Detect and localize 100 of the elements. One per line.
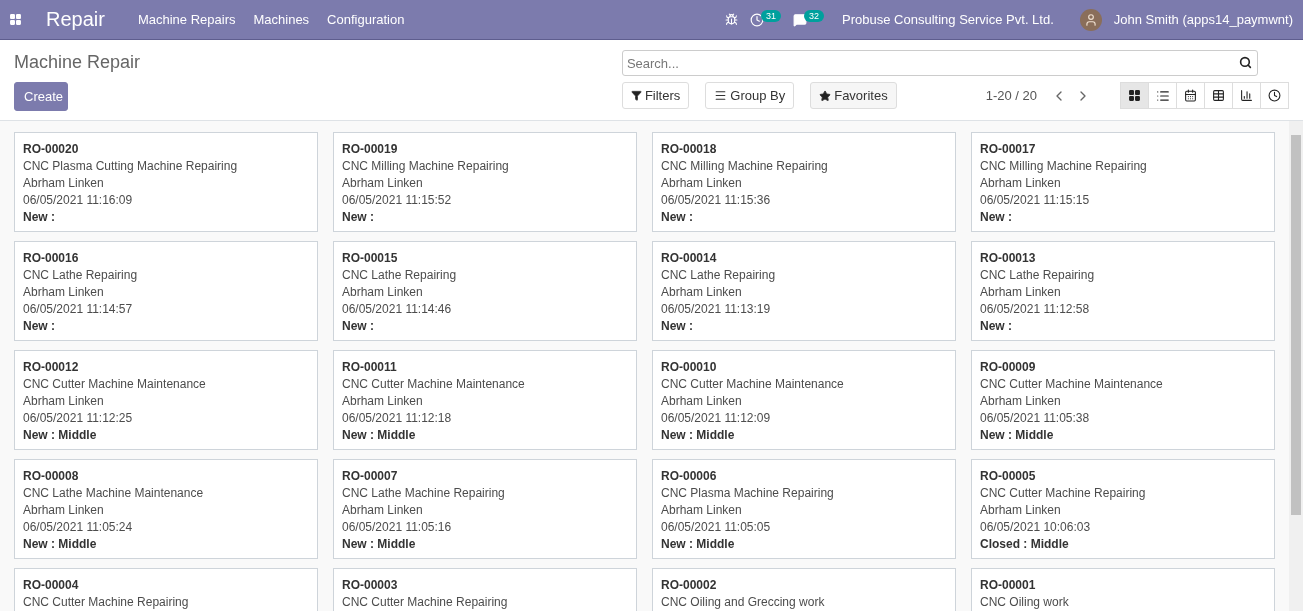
repair-status: New :: [661, 318, 694, 335]
repair-reference: RO-00015: [342, 250, 399, 267]
repair-reference: RO-00019: [342, 141, 399, 158]
repair-card[interactable]: RO-00018 CNC Milling Machine Repairing Abrham Linken 06/05/2021 11:15:36 New :: [652, 132, 956, 232]
repair-card[interactable]: RO-00004 CNC Cutter Machine Repairing: [14, 568, 318, 611]
repair-reference: RO-00008: [23, 468, 80, 485]
repair-card[interactable]: RO-00010 CNC Cutter Machine Maintenance Abrham Linken 06/05/2021 11:12:09 New : Middle: [652, 350, 956, 450]
repair-status: New : Middle: [23, 427, 98, 444]
customer-name: Abrham Linken: [980, 175, 1062, 192]
repair-date: 06/05/2021 11:05:16: [342, 519, 453, 536]
customer-name: Abrham Linken: [661, 502, 743, 519]
repair-card[interactable]: RO-00006 CNC Plasma Machine Repairing Abrham Linken 06/05/2021 11:05:05 New : Middle: [652, 459, 956, 559]
repair-date: 06/05/2021 11:15:36: [661, 192, 772, 209]
repair-status: New :: [342, 318, 375, 335]
customer-name: Abrham Linken: [23, 502, 105, 519]
customer-name: Abrham Linken: [23, 393, 105, 410]
debug-icon[interactable]: [725, 13, 739, 26]
user-avatar[interactable]: [1079, 8, 1102, 31]
repair-reference: RO-00013: [980, 250, 1037, 267]
customer-name: Abrham Linken: [23, 284, 105, 301]
repair-reference: RO-00001: [980, 577, 1037, 594]
view-switch-button[interactable]: [1120, 82, 1149, 109]
filter-menu-button[interactable]: Favorites: [810, 82, 897, 109]
activity-icon[interactable]: [750, 12, 765, 27]
table-icon: [1212, 89, 1225, 102]
repair-card[interactable]: RO-00014 CNC Lathe Repairing Abrham Linken 06/05/2021 11:13:19 New :: [652, 241, 956, 341]
repair-status: New : Middle: [342, 427, 417, 444]
repair-card[interactable]: RO-00005 CNC Cutter Machine Repairing Abrham Linken 06/05/2021 10:06:03 Closed : Middle: [971, 459, 1275, 559]
view-switch-button[interactable]: [1148, 82, 1177, 109]
scrollbar[interactable]: [1289, 121, 1303, 611]
apps-menu-icon[interactable]: [9, 13, 22, 26]
repair-date: 06/05/2021 11:12:58: [980, 301, 1091, 318]
repair-reference: RO-00002: [661, 577, 718, 594]
menu-icon: [714, 89, 728, 102]
repair-subject: CNC Cutter Machine Repairing: [342, 594, 509, 611]
menu-link[interactable]: Machines: [244, 12, 319, 27]
repair-card[interactable]: RO-00009 CNC Cutter Machine Maintenance Abrham Linken 06/05/2021 11:05:38 New : Middle: [971, 350, 1275, 450]
view-switch-button[interactable]: [1232, 82, 1261, 109]
customer-name: Abrham Linken: [342, 284, 424, 301]
repair-card[interactable]: RO-00001 CNC Oiling work: [971, 568, 1275, 611]
repair-subject: CNC Milling Machine Repairing: [342, 158, 510, 175]
customer-name: Abrham Linken: [980, 502, 1062, 519]
customer-name: Abrham Linken: [23, 175, 105, 192]
breadcrumb-title: Machine Repair: [14, 51, 141, 74]
repair-card[interactable]: RO-00020 CNC Plasma Cutting Machine Repairing Abrham Linken 06/05/2021 11:16:09 New :: [14, 132, 318, 232]
repair-date: 06/05/2021 11:15:15: [980, 192, 1091, 209]
repair-reference: RO-00017: [980, 141, 1037, 158]
repair-reference: RO-00006: [661, 468, 718, 485]
repair-subject: CNC Cutter Machine Maintenance: [661, 376, 845, 393]
repair-card[interactable]: RO-00011 CNC Cutter Machine Maintenance Abrham Linken 06/05/2021 11:12:18 New : Middle: [333, 350, 637, 450]
filter-menu-button[interactable]: Filters: [621, 82, 690, 109]
repair-subject: CNC Lathe Machine Maintenance: [23, 485, 205, 502]
repair-card[interactable]: RO-00015 CNC Lathe Repairing Abrham Linken 06/05/2021 11:14:46 New :: [333, 241, 637, 341]
repair-subject: CNC Lathe Repairing: [980, 267, 1096, 284]
repair-card[interactable]: RO-00017 CNC Milling Machine Repairing Abrham Linken 06/05/2021 11:15:15 New :: [971, 132, 1275, 232]
repair-status: Closed : Middle: [980, 536, 1070, 553]
repair-subject: CNC Oiling and Greccing work: [661, 594, 826, 611]
repair-date: 06/05/2021 11:05:24: [23, 519, 134, 536]
repair-status: New :: [342, 209, 375, 226]
user-name[interactable]: John Smith (apps14_paymwnt): [1113, 12, 1293, 27]
filter-menu-button[interactable]: Group By: [705, 82, 795, 109]
pager-value[interactable]: 1-20 / 20: [985, 88, 1037, 103]
menu-link[interactable]: Configuration: [318, 12, 414, 27]
repair-reference: RO-00011: [342, 359, 398, 376]
repair-subject: CNC Lathe Repairing: [661, 267, 777, 284]
search-field[interactable]: Search...: [621, 50, 1258, 76]
view-switch-button[interactable]: [1204, 82, 1233, 109]
repair-reference: RO-00016: [23, 250, 80, 267]
app-title: Repair: [46, 8, 105, 31]
customer-name: Abrham Linken: [342, 175, 424, 192]
repair-reference: RO-00020: [23, 141, 80, 158]
list-icon: [1155, 88, 1170, 103]
repair-card[interactable]: RO-00003 CNC Cutter Machine Repairing: [333, 568, 637, 611]
repair-card[interactable]: RO-00008 CNC Lathe Machine Maintenance Abrham Linken 06/05/2021 11:05:24 New : Middle: [14, 459, 318, 559]
search-icon[interactable]: [1238, 56, 1252, 69]
repair-card[interactable]: RO-00016 CNC Lathe Repairing Abrham Linken 06/05/2021 11:14:57 New :: [14, 241, 318, 341]
repair-date: 06/05/2021 11:14:46: [342, 301, 453, 318]
repair-card[interactable]: RO-00012 CNC Cutter Machine Maintenance Abrham Linken 06/05/2021 11:12:25 New : Middle: [14, 350, 318, 450]
messages-icon[interactable]: [793, 12, 808, 27]
repair-subject: CNC Oiling work: [980, 594, 1070, 611]
repair-subject: CNC Cutter Machine Maintenance: [23, 376, 207, 393]
repair-subject: CNC Milling Machine Repairing: [980, 158, 1148, 175]
repair-date: 06/05/2021 11:12:25: [23, 410, 134, 427]
create-button[interactable]: Create: [14, 82, 68, 111]
view-switch-button[interactable]: [1260, 82, 1289, 109]
customer-name: Abrham Linken: [980, 284, 1062, 301]
repair-reference: RO-00004: [23, 577, 80, 594]
repair-card[interactable]: RO-00013 CNC Lathe Repairing Abrham Linken 06/05/2021 11:12:58 New :: [971, 241, 1275, 341]
repair-subject: CNC Milling Machine Repairing: [661, 158, 829, 175]
repair-card[interactable]: RO-00002 CNC Oiling and Greccing work: [652, 568, 956, 611]
company-name[interactable]: Probuse Consulting Service Pvt. Ltd.: [842, 12, 1054, 27]
repair-subject: CNC Lathe Repairing: [23, 267, 139, 284]
repair-card[interactable]: RO-00019 CNC Milling Machine Repairing Abrham Linken 06/05/2021 11:15:52 New :: [333, 132, 637, 232]
repair-card[interactable]: RO-00007 CNC Lathe Machine Repairing Abrham Linken 06/05/2021 11:05:16 New : Middle: [333, 459, 637, 559]
view-switch-button[interactable]: [1176, 82, 1205, 109]
repair-subject: CNC Cutter Machine Maintenance: [980, 376, 1164, 393]
menu-link[interactable]: Machine Repairs: [128, 12, 245, 27]
activity-count-badge: 31: [761, 9, 782, 22]
repair-status: New :: [23, 209, 56, 226]
kanban-icon: [1128, 89, 1141, 102]
